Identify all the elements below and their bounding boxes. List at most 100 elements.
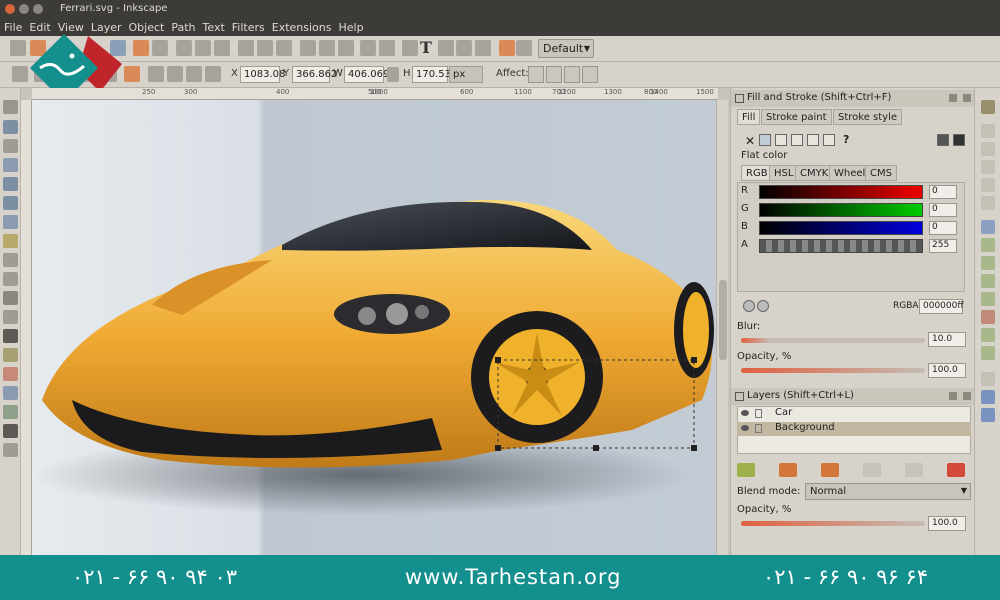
menu-extensions[interactable]: Extensions [272,21,332,34]
text-font-icon[interactable]: T [420,38,432,57]
dock-icon[interactable] [949,94,957,102]
fill-rule-evenodd-icon[interactable] [937,134,949,146]
star-tool-icon[interactable] [3,234,18,248]
snap-guides-icon[interactable] [981,408,995,422]
xml-editor-icon[interactable] [438,40,454,56]
pattern-icon[interactable] [807,134,819,146]
selection-handle-sw[interactable] [495,445,501,451]
3d-box-tool-icon[interactable] [3,196,18,210]
snap-bbox-icon[interactable] [981,124,995,138]
visibility-eye-icon[interactable] [741,425,749,431]
fill-stroke-icon[interactable] [402,40,418,56]
selection-handle-ne[interactable] [691,357,697,363]
red-value[interactable]: 0 [929,185,957,199]
snap-bbox-edges-icon[interactable] [981,142,995,156]
alpha-slider[interactable] [759,239,923,253]
color-picker-icon[interactable] [743,300,755,312]
lock-ratio-icon[interactable] [387,67,399,82]
bucket-tool-icon[interactable] [3,386,18,400]
affect-stroke-scale-button[interactable] [528,66,544,83]
blue-slider[interactable] [759,221,923,235]
redo-icon[interactable] [152,40,168,56]
snap-page-border-icon[interactable] [981,372,995,386]
add-layer-button[interactable] [737,463,755,477]
lock-icon[interactable] [755,424,762,433]
snap-rotation-center-icon[interactable] [981,346,995,360]
menu-filters[interactable]: Filters [232,21,265,34]
style-preset-dropdown[interactable]: Default ▼ [538,39,594,58]
minimize-window-button[interactable] [19,4,29,14]
opacity-slider[interactable] [741,368,925,373]
unset-paint-icon[interactable]: ? [843,133,849,146]
tab-cms[interactable]: CMS [865,165,897,181]
tab-stroke-style[interactable]: Stroke style [833,109,903,125]
spray-tool-icon[interactable] [3,348,18,362]
flat-color-icon[interactable] [759,134,771,146]
duplicate-icon[interactable] [300,40,316,56]
menu-help[interactable]: Help [338,21,363,34]
clone-icon[interactable] [319,40,335,56]
snap-cusp-nodes-icon[interactable] [981,274,995,288]
selection-handle-nw[interactable] [495,357,501,363]
snap-intersections-icon[interactable] [981,256,995,270]
layer-row[interactable]: Background [737,422,971,436]
vertical-scrollbar[interactable] [716,100,728,555]
snap-bbox-corners-icon[interactable] [981,160,995,174]
zoom-drawing-icon[interactable] [257,40,273,56]
snap-bbox-midpoints-icon[interactable] [981,178,995,192]
pen-tool-icon[interactable] [3,291,18,305]
zoom-page-icon[interactable] [276,40,292,56]
close-window-button[interactable] [5,4,15,14]
selection-handle-se[interactable] [691,445,697,451]
fill-rule-nonzero-icon[interactable] [953,134,965,146]
ellipse-tool-icon[interactable] [3,215,18,229]
lower-to-bottom-icon[interactable] [205,66,221,82]
selection-handle-s[interactable] [593,445,599,451]
y-field[interactable]: 366.862 [292,66,337,83]
blue-value[interactable]: 0 [929,221,957,235]
affect-gradients-button[interactable] [564,66,580,83]
blend-mode-dropdown[interactable]: Normal ▼ [805,483,971,500]
snap-grid-icon[interactable] [981,390,995,404]
cms-icon[interactable] [757,300,769,312]
snap-nodes-icon[interactable] [981,220,995,234]
menu-text[interactable]: Text [203,21,225,34]
tab-fill[interactable]: Fill [737,109,761,125]
eraser-tool-icon[interactable] [3,367,18,381]
affect-corners-button[interactable] [546,66,562,83]
lock-icon[interactable] [755,409,762,418]
radial-gradient-icon[interactable] [791,134,803,146]
selection-handle-n[interactable] [593,357,599,363]
layer-opacity-slider[interactable] [741,521,925,526]
undo-icon[interactable] [133,40,149,56]
raise-layer-button[interactable] [821,463,839,477]
x-field[interactable]: 1083.08 [240,66,285,83]
cut-icon[interactable] [195,40,211,56]
visibility-eye-icon[interactable] [741,410,749,416]
snap-midpoints-icon[interactable] [981,310,995,324]
menu-path[interactable]: Path [171,21,195,34]
linear-gradient-icon[interactable] [775,134,787,146]
rgba-field[interactable]: 000000ff [919,299,964,314]
dock-icon[interactable] [949,392,957,400]
affect-patterns-button[interactable] [582,66,598,83]
menu-file[interactable]: File [4,21,22,34]
snap-toggle-icon[interactable] [499,40,515,56]
lower-layer-button[interactable] [863,463,881,477]
raise-icon[interactable] [167,66,183,82]
tab-stroke-paint[interactable]: Stroke paint [761,109,832,125]
no-paint-icon[interactable]: ✕ [745,134,755,148]
lower-icon[interactable] [186,66,202,82]
new-document-icon[interactable] [10,40,26,56]
green-value[interactable]: 0 [929,203,957,217]
ungroup-icon[interactable] [379,40,395,56]
unlink-clone-icon[interactable] [338,40,354,56]
drawing-canvas[interactable] [32,100,716,555]
layer-to-bottom-button[interactable] [905,463,923,477]
preferences-icon[interactable] [475,40,491,56]
calligraphy-tool-icon[interactable] [3,310,18,324]
layer-opacity-value[interactable]: 100.0 [928,516,966,531]
snap-smooth-nodes-icon[interactable] [981,292,995,306]
connector-tool-icon[interactable] [3,443,18,457]
group-icon[interactable] [360,40,376,56]
